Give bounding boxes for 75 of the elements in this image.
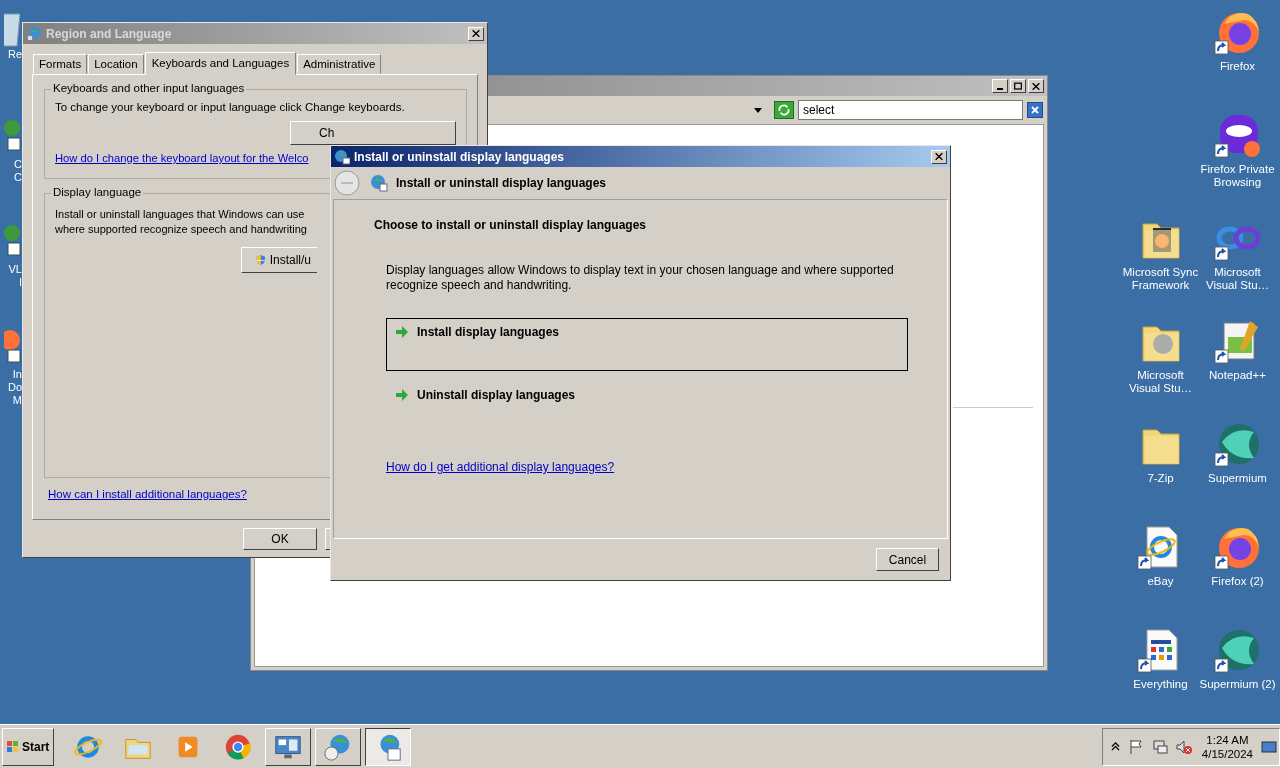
network-icon[interactable] bbox=[1151, 738, 1168, 755]
globe-icon bbox=[26, 25, 42, 42]
icon-label: Everything bbox=[1132, 678, 1189, 691]
icon-label: Firefox Private Browsing bbox=[1199, 163, 1276, 189]
clock-date[interactable]: 4/15/2024 bbox=[1201, 746, 1253, 761]
option-button[interactable]: Install display languages bbox=[386, 318, 908, 371]
globe-icon bbox=[334, 148, 350, 165]
maximize-icon bbox=[1013, 81, 1023, 91]
tab[interactable]: Location bbox=[88, 54, 144, 74]
icon-label: eBay bbox=[1146, 575, 1175, 588]
page-title: Install or uninstall display languages bbox=[396, 176, 607, 190]
search-field[interactable]: select bbox=[798, 100, 1023, 120]
icon-label: I bbox=[18, 276, 22, 289]
help-link[interactable]: How can I install additional languages? bbox=[48, 488, 247, 500]
window-title: Region and Language bbox=[46, 26, 173, 41]
chevron-icon[interactable] bbox=[1110, 741, 1120, 752]
tab[interactable]: Formats bbox=[33, 54, 88, 74]
flag-icon[interactable] bbox=[1127, 738, 1144, 755]
maximize-button[interactable] bbox=[1010, 79, 1026, 93]
description-text: Display languages allow Windows to display text in your chosen language and where supported recognize speech and handwriting. bbox=[386, 263, 895, 293]
group-title: Keyboards and other input languages bbox=[51, 82, 247, 94]
install-uninstall-button[interactable]: Install/u bbox=[241, 247, 317, 273]
icon-label: C bbox=[14, 171, 22, 184]
show-desktop-button[interactable] bbox=[1261, 739, 1277, 754]
close-icon bbox=[934, 152, 944, 161]
globe-icon bbox=[370, 174, 388, 192]
taskbar-button[interactable] bbox=[365, 727, 411, 766]
icon-label: VL bbox=[8, 263, 22, 276]
close-icon bbox=[1030, 105, 1040, 115]
icon-label: M bbox=[12, 394, 22, 407]
shield-icon bbox=[256, 252, 266, 268]
icon-label: Microsoft Sync Framework bbox=[1122, 266, 1199, 292]
arrow-icon bbox=[395, 388, 409, 402]
minimize-icon bbox=[997, 88, 1003, 90]
icon-label: Microsoft Visual Stu… bbox=[1204, 266, 1271, 292]
minimize-button[interactable] bbox=[992, 79, 1008, 93]
close-icon bbox=[1031, 81, 1041, 91]
help-link[interactable]: How do I change the keyboard layout for the Welco bbox=[55, 152, 309, 164]
refresh-button[interactable] bbox=[774, 101, 794, 119]
icon-label: Supermium bbox=[1207, 472, 1268, 485]
icon-label: Microsoft Visual Stu… bbox=[1127, 369, 1194, 395]
window-title: Install or uninstall display languages bbox=[354, 149, 566, 164]
icon-label: Notepad++ bbox=[1208, 369, 1267, 382]
icon-label: 7-Zip bbox=[1146, 472, 1175, 485]
icon-label: C bbox=[14, 158, 22, 171]
clock-time[interactable]: 1:24 AM bbox=[1206, 732, 1249, 747]
group-title: Display language bbox=[51, 186, 144, 198]
icon-label: Firefox bbox=[1218, 60, 1257, 73]
close-button[interactable] bbox=[468, 26, 484, 41]
arrow-icon bbox=[395, 325, 409, 339]
icon-label: Do bbox=[7, 381, 22, 394]
icon-label: Re bbox=[7, 48, 22, 61]
cancel-button[interactable]: Cancel bbox=[876, 548, 939, 571]
heading: Choose to install or uninstall display languages bbox=[374, 218, 647, 232]
close-button[interactable] bbox=[931, 149, 947, 164]
refresh-icon bbox=[777, 103, 791, 117]
change-keyboards-button[interactable]: Ch bbox=[290, 121, 456, 145]
icon-label: In bbox=[12, 368, 22, 381]
tab[interactable]: Keyboards and Languages bbox=[144, 52, 297, 75]
icon-label: Firefox (2) bbox=[1210, 575, 1265, 588]
help-link[interactable]: How do I get additional display languages? bbox=[386, 460, 615, 474]
description-text: where supported recognize speech and handwriting bbox=[55, 222, 307, 237]
ok-button[interactable]: OK bbox=[243, 528, 317, 550]
option-button[interactable]: Uninstall display languages bbox=[386, 381, 908, 434]
tab[interactable]: Administrative bbox=[297, 54, 382, 74]
description-text: To change your keyboard or input language click Change keyboards. bbox=[55, 101, 405, 113]
windows-logo-icon bbox=[6, 739, 20, 754]
close-icon bbox=[471, 29, 481, 38]
speaker-muted-icon[interactable] bbox=[1175, 738, 1192, 755]
dropdown-arrow-icon[interactable] bbox=[754, 107, 762, 113]
start-button[interactable]: Start bbox=[2, 727, 54, 766]
icon-label: Supermium (2) bbox=[1199, 678, 1276, 691]
description-text: Install or uninstall languages that Windows can use bbox=[55, 207, 305, 222]
close-button[interactable] bbox=[1028, 79, 1044, 93]
clear-search-button[interactable] bbox=[1027, 102, 1043, 118]
